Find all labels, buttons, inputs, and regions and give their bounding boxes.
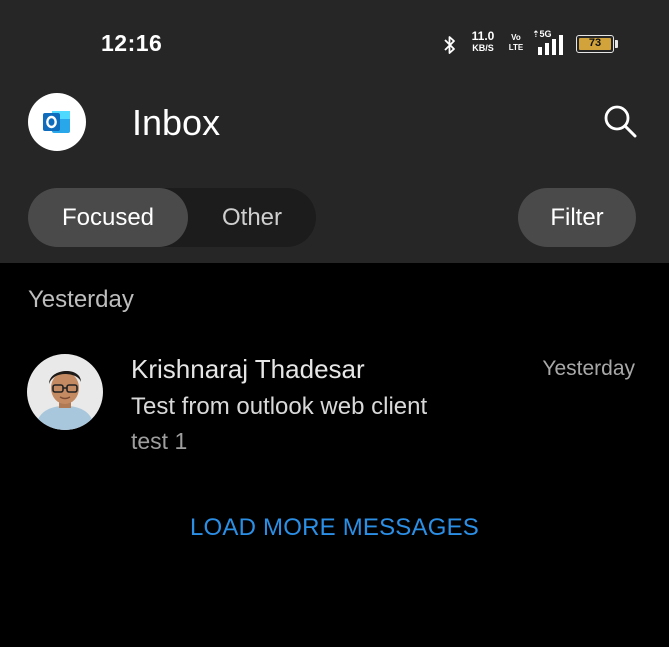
inbox-tabs: Focused Other [28,188,316,247]
message-preview: test 1 [131,428,188,454]
message-subject: Test from outlook web client [131,393,428,420]
tab-focused[interactable]: Focused [28,188,188,247]
bluetooth-icon [444,36,455,54]
search-icon [604,105,637,138]
battery-tip [615,40,618,48]
volte-indicator: Vo LTE [506,33,526,53]
battery-icon: 73 [576,35,614,53]
load-more-button[interactable]: LOAD MORE MESSAGES [0,514,669,542]
section-header: Yesterday [28,286,134,313]
network-speed-value: 11.0 [471,29,495,43]
filter-button[interactable]: Filter [518,188,636,247]
volte-line2: LTE [508,43,524,52]
message-row[interactable]: Krishnaraj Thadesar Yesterday Test from … [0,340,669,470]
volte-line1: Vo [511,33,521,42]
avatar-photo [27,354,103,430]
page-title: Inbox [132,102,221,143]
signal-icon [538,35,563,55]
outlook-icon [43,111,70,133]
search-button[interactable] [600,101,640,141]
app-header-region: 12:16 11.0 KB/S Vo LTE ⇡5G 73 Inbox Focu… [0,0,669,263]
battery-level: 73 [579,38,611,50]
network-speed: 11.0 KB/S [468,30,498,54]
outlook-account-button[interactable] [28,93,86,151]
sender-avatar [27,354,103,430]
network-speed-unit: KB/S [472,43,494,53]
message-date: Yesterday [542,357,635,380]
message-sender: Krishnaraj Thadesar [131,354,365,384]
tab-other[interactable]: Other [188,188,316,247]
status-time: 12:16 [101,30,163,56]
